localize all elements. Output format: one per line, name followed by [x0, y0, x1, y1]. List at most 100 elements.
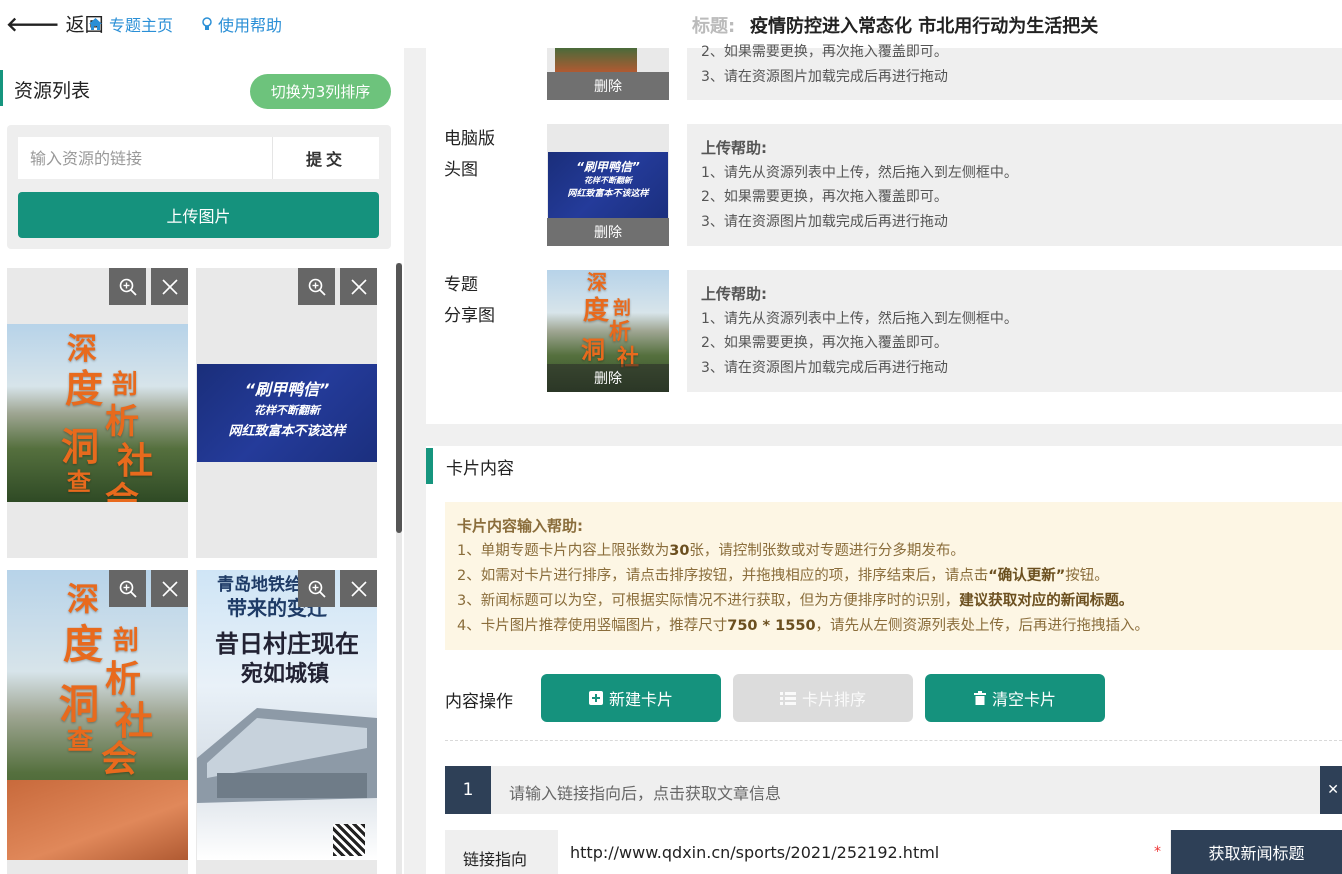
upload-image-button[interactable]: 上传图片	[18, 192, 379, 238]
thumb-building	[197, 708, 377, 803]
help-title: 卡片内容输入帮助:	[457, 517, 583, 535]
label-line: 电脑版	[444, 129, 495, 149]
help-line: 1、请先从资源列表中上传，然后拖入到左侧框中。	[701, 164, 1018, 181]
help-title: 上传帮助:	[701, 139, 767, 157]
section-accent-bar	[426, 448, 433, 484]
zoom-in-icon[interactable]	[298, 268, 335, 305]
share-image-label: 专题 分享图	[444, 270, 495, 332]
help-line: 2、如需对卡片进行排序，请点击排序按钮，并拖拽相应的项，排序结束后，请点击“确认…	[457, 564, 1330, 589]
zoom-in-icon[interactable]	[109, 570, 146, 607]
delete-button[interactable]: 删除	[547, 72, 669, 100]
card-section-title: 卡片内容	[446, 459, 514, 479]
fetch-title-button[interactable]: 获取新闻标题	[1171, 830, 1342, 874]
thumb-char: 查	[67, 467, 91, 496]
resource-item[interactable]: “刷甲鸭信” 花样不断翻新 网红致富本不该这样	[196, 268, 377, 558]
resource-thumbnail: 青岛地铁给我们 带来的变迁 昔日村庄现在 宛如城镇	[197, 570, 377, 860]
help-line: 3、请在资源图片加载完成后再进行拖动	[701, 213, 948, 230]
resource-thumbnail: 深 度 剖 析 洞 社 查 会	[7, 324, 188, 502]
thumb-text: 昔日村庄现在	[215, 629, 359, 658]
list-icon	[779, 691, 796, 705]
help-link-label: 使用帮助	[218, 16, 283, 35]
mobile-header-image-slot[interactable]: 删除	[547, 48, 669, 100]
card-item-header: 1 请输入链接指向后，点击获取文章信息 ✕	[445, 766, 1342, 814]
new-card-button[interactable]: 新建卡片	[541, 674, 721, 722]
thumb-char: 洞	[581, 335, 605, 364]
scrollbar-thumb[interactable]	[396, 263, 402, 533]
card-content-panel: 卡片内容 卡片内容输入帮助: 1、单期专题卡片内容上限张数为30张，请控制张数或…	[426, 446, 1342, 874]
help-line: 3、请在资源图片加载完成后再进行拖动	[701, 68, 948, 85]
help-emphasis: 750 * 1550	[727, 618, 816, 634]
home-link-label: 专题主页	[109, 16, 174, 35]
close-icon[interactable]	[340, 268, 377, 305]
resource-item[interactable]: 青岛地铁给我们 带来的变迁 昔日村庄现在 宛如城镇	[196, 570, 377, 874]
zoom-in-icon[interactable]	[298, 570, 335, 607]
close-icon[interactable]	[151, 268, 188, 305]
help-line: 2、如果需要更换，再次拖入覆盖即可。	[701, 189, 948, 205]
link-label: 链接指向	[463, 850, 528, 869]
switch-columns-button[interactable]: 切换为3列排序	[250, 74, 391, 109]
help-line: 4、卡片图片推荐使用竖幅图片，推荐尺寸750 * 1550，请先从左侧资源列表处…	[457, 614, 1330, 639]
help-line: 1、单期专题卡片内容上限张数为30张，请控制张数或对专题进行分多期发布。	[457, 539, 1330, 564]
help-emphasis: 建议获取对应的新闻标题。	[959, 593, 1134, 609]
resource-item[interactable]: 深 度 剖 析 洞 社 查 会	[7, 268, 188, 558]
sort-cards-button[interactable]: 卡片排序	[733, 674, 913, 722]
thumb-char: 度	[583, 296, 610, 326]
upload-help-box: 上传帮助: 1、请先从资源列表中上传，然后拖入到左侧框中。 2、如果需要更换，再…	[687, 270, 1342, 392]
lightbulb-icon	[202, 16, 212, 30]
resource-url-input[interactable]	[18, 137, 272, 179]
help-link[interactable]: 使用帮助	[202, 12, 282, 36]
trash-icon	[973, 691, 986, 705]
home-link[interactable]: 专题主页	[88, 12, 173, 36]
thumb-char: 会	[101, 738, 138, 780]
new-card-label: 新建卡片	[608, 690, 673, 709]
required-mark: *	[1154, 844, 1161, 860]
thumb-text: 花样不断翻新	[254, 404, 320, 417]
close-icon[interactable]	[151, 570, 188, 607]
divider	[445, 740, 1342, 741]
title-label: 标题:	[692, 16, 736, 37]
upload-box: 提交 上传图片	[7, 125, 391, 249]
upload-help-box: 2、如果需要更换，再次拖入覆盖即可。 3、请在资源图片加载完成后再进行拖动	[687, 44, 1342, 100]
slot-image	[555, 48, 637, 72]
zoom-in-icon[interactable]	[109, 268, 146, 305]
content-ops-label: 内容操作	[445, 692, 513, 712]
help-emphasis: 30	[669, 543, 690, 559]
expand-icon[interactable]: ✕	[1320, 766, 1342, 814]
arrow-left-icon: 🡐	[6, 11, 60, 36]
home-icon	[89, 18, 102, 30]
resource-item[interactable]: 深 度 剖 析 洞 社 查 会	[7, 570, 188, 874]
label-line: 分享图	[444, 306, 495, 326]
help-text: 4、卡片图片推荐使用竖幅图片，推荐尺寸	[457, 618, 728, 634]
pc-header-image-slot[interactable]: “刷甲鸭信” 花样不断翻新 网红致富本不该这样 删除	[547, 124, 669, 246]
page-title: 疫情防控进入常态化 市北用行动为生活把关	[750, 16, 1099, 37]
link-input[interactable]	[558, 830, 1170, 874]
thumb-text: 宛如城镇	[241, 661, 330, 687]
help-line: 1、请先从资源列表中上传，然后拖入到左侧框中。	[701, 310, 1018, 327]
resource-panel: 资源列表 切换为3列排序 提交 上传图片 深 度 剖 析 洞 社 查 会	[0, 48, 404, 874]
section-accent-bar	[0, 70, 3, 106]
image-slots-panel: 删除 2、如果需要更换，再次拖入覆盖即可。 3、请在资源图片加载完成后再进行拖动…	[426, 44, 1342, 424]
clear-cards-label: 清空卡片	[991, 690, 1056, 709]
close-icon[interactable]	[340, 570, 377, 607]
thumb-roof	[7, 780, 188, 860]
submit-button[interactable]: 提交	[272, 137, 379, 179]
resource-thumbnail: “刷甲鸭信” 花样不断翻新 网红致富本不该这样	[197, 364, 377, 462]
label-line: 专题	[444, 275, 478, 295]
card-number: 1	[445, 766, 491, 814]
resource-thumbnail: 深 度 剖 析 洞 社 查 会	[7, 570, 188, 860]
clear-cards-button[interactable]: 清空卡片	[925, 674, 1105, 722]
help-text: 2、如需对卡片进行排序，请点击排序按钮，并拖拽相应的项，排序结束后，请点击	[457, 568, 989, 584]
thumb-text: 花样不断翻新	[584, 176, 632, 185]
help-text: ，请先从左侧资源列表处上传，后再进行拖拽插入。	[815, 618, 1150, 634]
help-emphasis: “确认更新”	[988, 568, 1066, 584]
card-hint: 请输入链接指向后，点击获取文章信息	[509, 784, 782, 803]
resource-list-title: 资源列表	[14, 80, 91, 102]
thumb-text: “刷甲鸭信”	[576, 160, 640, 174]
label-line: 头图	[444, 160, 478, 180]
share-image-slot[interactable]: 深 度 剖 析 洞 社 删除	[547, 270, 669, 392]
sort-cards-label: 卡片排序	[801, 690, 866, 709]
help-line: 2、如果需要更换，再次拖入覆盖即可。	[701, 335, 948, 351]
delete-button[interactable]: 删除	[547, 218, 669, 246]
delete-button[interactable]: 删除	[547, 364, 669, 392]
help-line: 2、如果需要更换，再次拖入覆盖即可。	[701, 44, 948, 60]
